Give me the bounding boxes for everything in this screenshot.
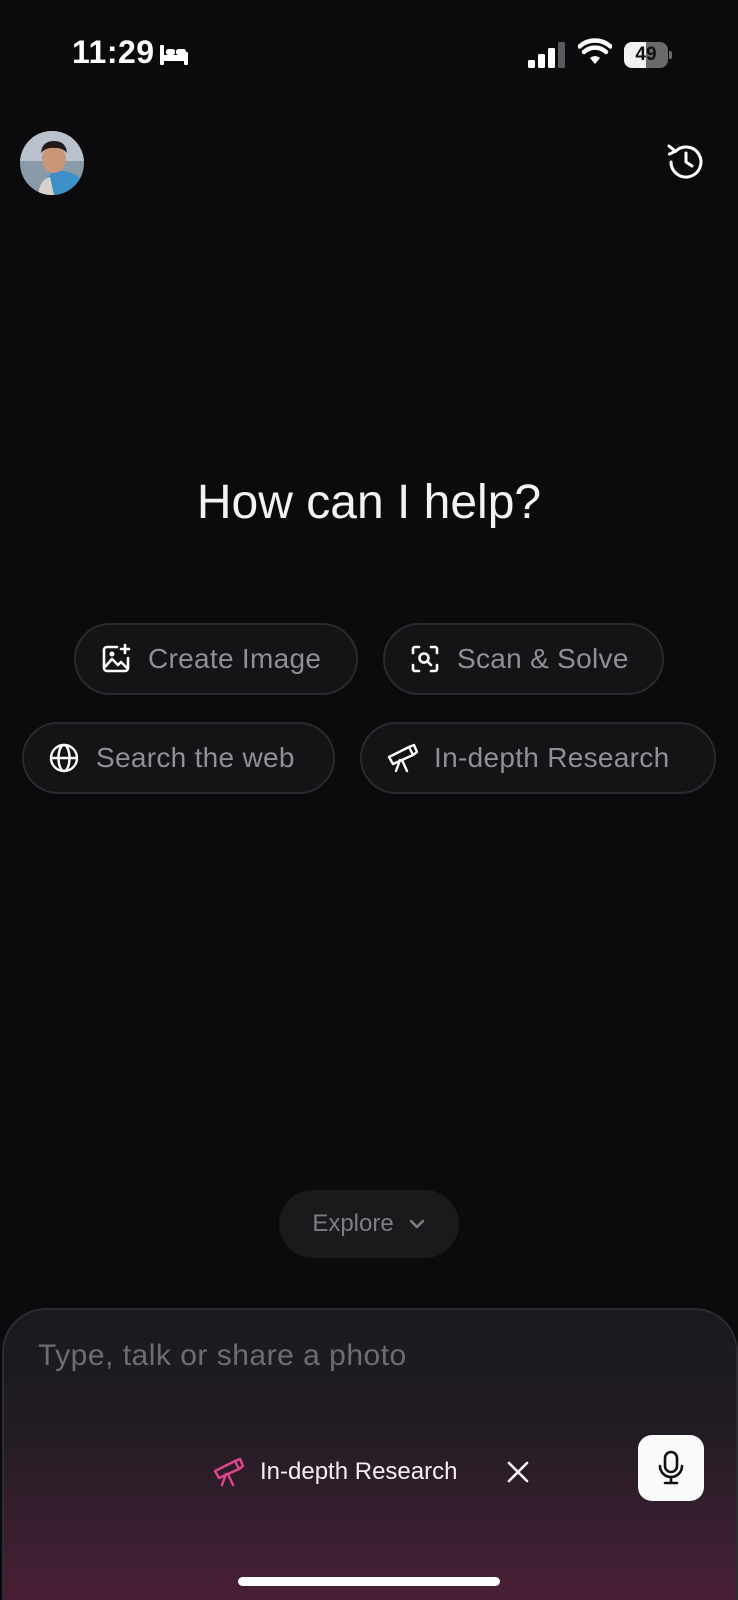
microphone-icon: [658, 1450, 684, 1485]
chip-label: Search the web: [96, 742, 295, 773]
active-mode-tag: In-depth Research: [212, 1456, 457, 1488]
status-time: 11:29: [72, 34, 155, 70]
telescope-icon: [213, 1457, 244, 1487]
history-icon: [667, 144, 703, 179]
globe-icon: [49, 743, 79, 773]
chip-label: In-depth Research: [434, 742, 670, 773]
microphone-button[interactable]: [638, 1435, 704, 1501]
scan-solve-chip[interactable]: Scan & Solve: [383, 623, 664, 695]
telescope-icon: [387, 743, 418, 773]
chevron-down-icon: [409, 1219, 424, 1229]
battery-level: 49: [635, 44, 657, 65]
explore-label: Explore: [312, 1210, 394, 1237]
scan-search-icon: [411, 645, 439, 673]
create-image-chip[interactable]: Create Image: [74, 623, 358, 695]
image-plus-icon: [102, 643, 131, 673]
close-icon: [507, 1461, 529, 1483]
status-bar: 11:29 49: [0, 0, 738, 100]
cellular-signal-icon: [528, 42, 565, 68]
chip-label: Scan & Solve: [457, 643, 629, 674]
explore-button[interactable]: Explore: [279, 1190, 459, 1258]
user-avatar[interactable]: [20, 131, 84, 195]
battery-indicator: 49: [624, 42, 672, 68]
chip-label: Create Image: [148, 643, 322, 674]
sleep-focus-icon: [160, 45, 188, 65]
remove-mode-button[interactable]: [504, 1458, 532, 1486]
mode-label: In-depth Research: [260, 1458, 458, 1485]
message-input[interactable]: [36, 1338, 600, 1374]
message-composer: In-depth Research: [2, 1308, 738, 1600]
home-indicator: [238, 1577, 500, 1586]
page-title: How can I help?: [196, 476, 542, 529]
in-depth-research-chip[interactable]: In-depth Research: [360, 722, 716, 794]
search-web-chip[interactable]: Search the web: [22, 722, 335, 794]
wifi-icon: [578, 38, 612, 64]
history-button[interactable]: [664, 140, 708, 184]
